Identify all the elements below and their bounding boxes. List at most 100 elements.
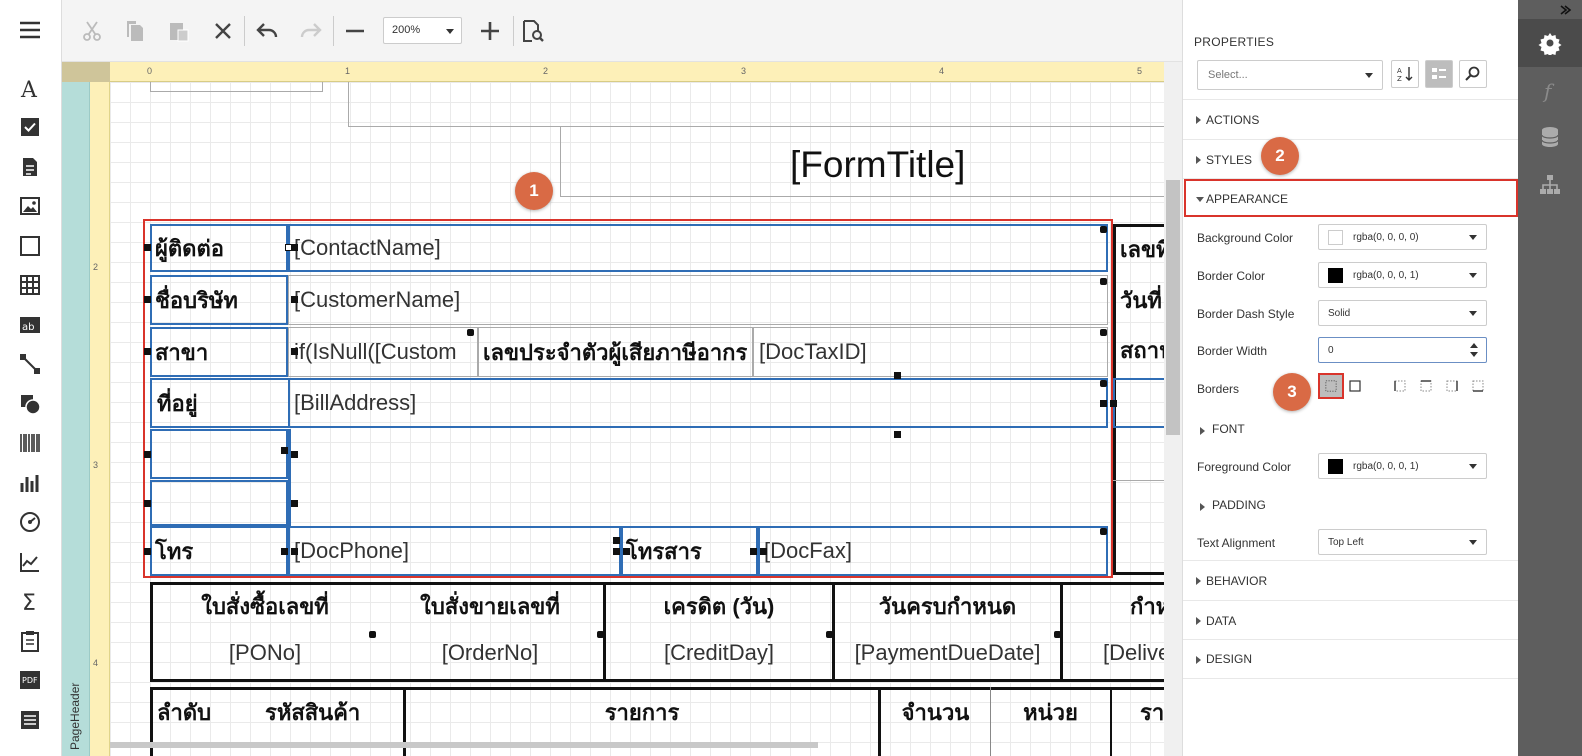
spinner-icon[interactable] (1470, 341, 1478, 359)
resize-handle[interactable] (894, 431, 901, 438)
component-select[interactable]: Select... (1197, 60, 1383, 90)
resize-handle[interactable] (291, 548, 298, 555)
border-top-button[interactable] (1420, 380, 1434, 394)
page-header-band[interactable]: PageHeader (62, 82, 90, 756)
resize-handle[interactable] (750, 548, 757, 555)
border-bottom-button[interactable] (1472, 380, 1486, 394)
border-dash-style-select[interactable]: Solid (1318, 300, 1487, 326)
resize-handle[interactable] (144, 296, 151, 303)
group-appearance[interactable]: APPEARANCE (1183, 178, 1519, 218)
character-comb-tool-icon[interactable]: ab (17, 312, 43, 338)
shape-tool-icon[interactable] (17, 391, 43, 417)
vertical-scrollbar[interactable] (1164, 62, 1182, 756)
border-color-picker[interactable]: rgba(0, 0, 0, 1) (1318, 262, 1487, 288)
resize-handle[interactable] (291, 500, 298, 507)
collapse-panel-icon[interactable] (1558, 4, 1572, 16)
background-color-picker[interactable]: rgba(0, 0, 0, 0) (1318, 224, 1487, 250)
logo-placeholder[interactable] (150, 82, 323, 92)
text-alignment-select[interactable]: Top Left (1318, 529, 1487, 555)
delete-icon[interactable] (209, 17, 237, 45)
page-info-tool-icon[interactable] (17, 628, 43, 654)
panel-tool-icon[interactable] (17, 233, 43, 259)
resize-handle[interactable] (281, 548, 288, 555)
resize-handle[interactable] (467, 329, 474, 336)
group-design[interactable]: DESIGN (1183, 639, 1519, 679)
checkbox-tool-icon[interactable] (17, 114, 43, 140)
preview-icon[interactable] (519, 17, 547, 45)
sort-alphabetical-button[interactable]: AZ (1391, 60, 1419, 88)
resize-handle[interactable] (1100, 226, 1107, 233)
resize-handle[interactable] (1100, 400, 1107, 407)
group-behavior[interactable]: BEHAVIOR (1183, 560, 1519, 600)
zoom-dropdown[interactable]: 200% (383, 17, 462, 44)
resize-handle[interactable] (613, 548, 620, 555)
group-data[interactable]: DATA (1183, 600, 1519, 640)
sparkline-tool-icon[interactable] (17, 549, 43, 575)
label-tool-icon[interactable]: A (17, 75, 43, 101)
zoom-in-icon[interactable] (476, 17, 504, 45)
report-page[interactable]: [FormTitle] ผู้ติดต่อ [ContactName] ชื่อ… (110, 82, 1182, 756)
resize-handle[interactable] (369, 631, 376, 638)
group-styles[interactable]: STYLES (1183, 139, 1519, 179)
resize-handle[interactable] (613, 537, 620, 544)
chart-tool-icon[interactable] (17, 470, 43, 496)
borders-all-button[interactable] (1349, 380, 1363, 394)
properties-tab[interactable] (1518, 19, 1582, 67)
table-of-contents-tool-icon[interactable] (17, 707, 43, 733)
borders-none-button[interactable] (1318, 373, 1344, 399)
rich-text-tool-icon[interactable] (17, 154, 43, 180)
copy-icon[interactable] (121, 17, 149, 45)
address-extra-cell-1[interactable] (150, 429, 288, 479)
line-tool-icon[interactable] (17, 351, 43, 377)
resize-handle[interactable] (894, 372, 901, 379)
resize-handle[interactable] (144, 548, 151, 555)
design-surface[interactable]: 0 1 2 3 4 5 PageHeader 2 3 4 [FormTitle]… (62, 62, 1182, 756)
horizontal-scrollbar[interactable] (110, 742, 818, 748)
resize-handle[interactable] (1100, 278, 1107, 285)
paste-icon[interactable] (165, 17, 193, 45)
resize-handle[interactable] (291, 451, 298, 458)
resize-handle[interactable] (1100, 380, 1107, 387)
border-width-input[interactable]: 0 (1318, 337, 1487, 363)
padding-subgroup[interactable]: PADDING (1183, 498, 1519, 512)
resize-handle[interactable] (1100, 528, 1107, 535)
resize-handle[interactable] (144, 348, 151, 355)
header-frame[interactable] (348, 82, 1182, 127)
resize-handle[interactable] (144, 500, 151, 507)
report-explorer-tab[interactable] (1518, 161, 1582, 209)
redo-icon[interactable] (297, 17, 325, 45)
resize-handle[interactable] (760, 548, 767, 555)
address-extra-cell-2[interactable] (150, 480, 288, 526)
search-properties-button[interactable] (1459, 60, 1487, 88)
resize-handle[interactable] (144, 451, 151, 458)
resize-handle[interactable] (1054, 631, 1061, 638)
barcode-tool-icon[interactable] (17, 430, 43, 456)
field-list-tab[interactable] (1518, 113, 1582, 161)
categorized-view-button[interactable] (1425, 60, 1453, 88)
resize-handle[interactable] (597, 631, 604, 638)
undo-icon[interactable] (253, 17, 281, 45)
font-subgroup[interactable]: FONT (1183, 422, 1519, 436)
pdf-content-tool-icon[interactable]: PDF (17, 667, 43, 693)
gauge-tool-icon[interactable] (17, 509, 43, 535)
resize-handle[interactable] (826, 631, 833, 638)
form-title[interactable]: [FormTitle] (790, 140, 965, 190)
picture-tool-icon[interactable] (17, 193, 43, 219)
expressions-tab[interactable]: f (1518, 66, 1582, 114)
resize-handle[interactable] (144, 244, 151, 251)
resize-handle[interactable] (291, 296, 298, 303)
resize-handle[interactable] (1100, 329, 1107, 336)
border-right-button[interactable] (1446, 380, 1460, 394)
resize-handle[interactable] (291, 348, 298, 355)
group-actions[interactable]: ACTIONS (1183, 99, 1519, 139)
menu-icon[interactable] (17, 17, 43, 43)
cut-icon[interactable] (78, 17, 106, 45)
border-left-button[interactable] (1394, 380, 1408, 394)
summary-tool-icon[interactable]: Σ (17, 588, 43, 614)
resize-handle[interactable] (1110, 400, 1117, 407)
table-tool-icon[interactable] (17, 272, 43, 298)
foreground-color-picker[interactable]: rgba(0, 0, 0, 1) (1318, 453, 1487, 479)
resize-handle[interactable] (281, 447, 288, 454)
resize-handle[interactable] (623, 548, 630, 555)
zoom-out-icon[interactable] (341, 17, 369, 45)
